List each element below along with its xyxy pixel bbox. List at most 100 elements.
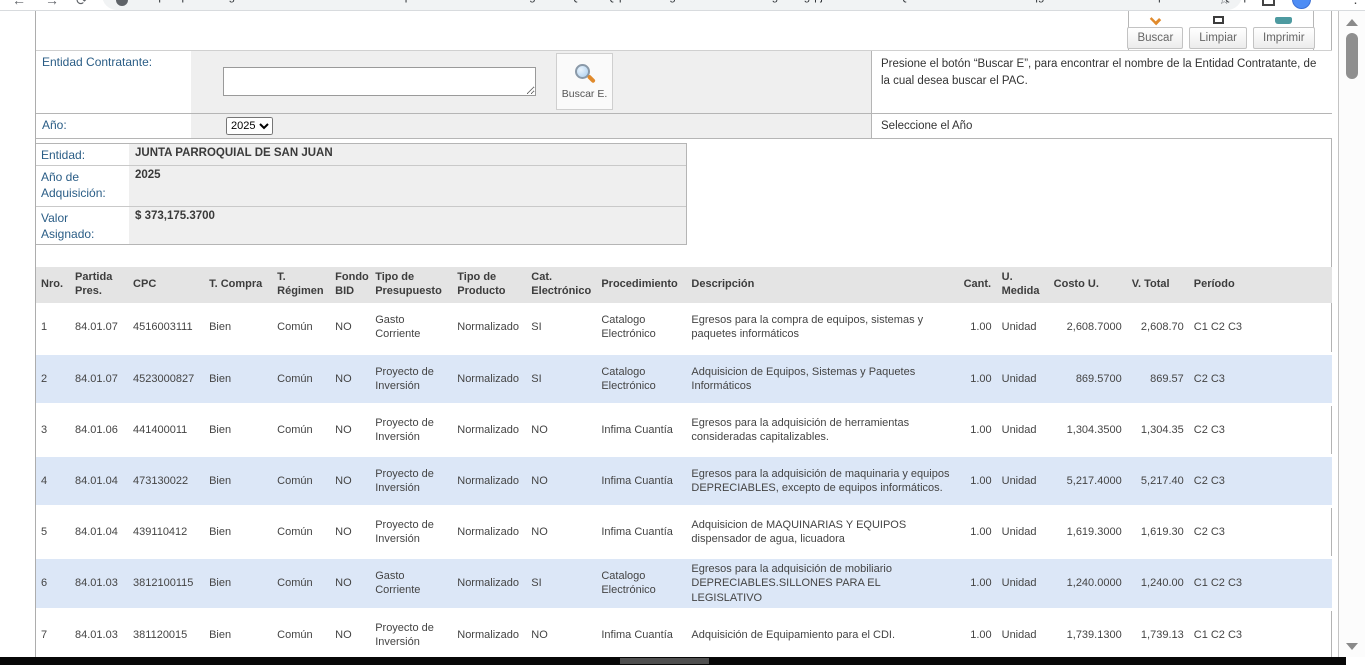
- scroll-up-icon[interactable]: [1346, 19, 1358, 26]
- cell-costou: 1,619.3000: [1049, 507, 1127, 558]
- limpiar-icon: [1213, 16, 1224, 24]
- cell-fondo: NO: [330, 405, 370, 456]
- scroll-down-icon[interactable]: [1346, 643, 1358, 650]
- entity-info-row: Año de Adquisición:2025: [36, 166, 686, 207]
- cell-nro: 3: [36, 405, 70, 456]
- limpiar-button[interactable]: Limpiar: [1189, 27, 1247, 49]
- col-header-procedimiento: Procedimiento: [596, 267, 686, 303]
- pac-table-body: 184.01.074516003111BienComúnNOGasto Corr…: [36, 303, 1332, 658]
- forward-icon[interactable]: →: [45, 0, 59, 8]
- buscar-e-label: Buscar E.: [562, 88, 608, 100]
- bottom-scrollbar: [0, 657, 1346, 665]
- entity-info-label: Valor Asignado:: [36, 207, 129, 244]
- cell-cpc: 4523000827: [128, 354, 204, 405]
- browser-window: ← → ⟳ compraspublicas.gob.ec/ProcesoCont…: [0, 0, 1365, 665]
- cell-tpresupuesto: Proyecto de Inversión: [370, 507, 452, 558]
- cell-vtotal: 1,619.30: [1127, 507, 1189, 558]
- cell-umedida: Unidad: [997, 456, 1049, 507]
- cell-tcompra: Bien: [204, 609, 272, 657]
- cell-periodo: C2 C3: [1189, 354, 1332, 405]
- cell-costou: 5,217.4000: [1049, 456, 1127, 507]
- horizontal-scrollbar-thumb[interactable]: [620, 658, 709, 664]
- back-icon[interactable]: ←: [12, 0, 26, 8]
- cell-tregimen: Común: [272, 303, 330, 354]
- cell-tpresupuesto: Proyecto de Inversión: [370, 456, 452, 507]
- cell-cpc: 381120015: [128, 609, 204, 657]
- cell-cpc: 4516003111: [128, 303, 204, 354]
- entity-info-label: Entidad:: [36, 144, 129, 165]
- cell-partida: 84.01.04: [70, 456, 128, 507]
- table-row: 784.01.03381120015BienComúnNOProyecto de…: [36, 609, 1332, 657]
- cell-procedimiento: Catalogo Electrónico: [596, 303, 686, 354]
- anio-row: Año: 2025 Seleccione el Año: [36, 114, 1332, 139]
- pac-table: Nro.Partida Pres.CPCT. CompraT. RégimenF…: [36, 267, 1332, 657]
- scrollbar-thumb[interactable]: [1346, 33, 1358, 79]
- cell-nro: 4: [36, 456, 70, 507]
- cell-fondo: NO: [330, 303, 370, 354]
- cell-tproducto: Normalizado: [452, 405, 526, 456]
- buscar-entidad-button[interactable]: Buscar E.: [556, 53, 613, 110]
- cell-tpresupuesto: Gasto Corriente: [370, 558, 452, 610]
- anio-label: Año:: [36, 114, 191, 138]
- cell-vtotal: 1,739.13: [1127, 609, 1189, 657]
- cell-vtotal: 2,608.70: [1127, 303, 1189, 354]
- table-row: 484.01.04473130022BienComúnNOProyecto de…: [36, 456, 1332, 507]
- imprimir-button[interactable]: Imprimir: [1253, 27, 1315, 49]
- table-row: 184.01.074516003111BienComúnNOGasto Corr…: [36, 303, 1332, 354]
- entity-info-value: $ 373,175.3700: [129, 207, 686, 244]
- browser-menu-icon[interactable]: ⋮: [1349, 0, 1362, 7]
- page-content: Buscar Limpiar Imprimir Entidad Contrata…: [35, 11, 1338, 657]
- cell-catelectronico: NO: [526, 456, 596, 507]
- address-bar[interactable]: compraspublicas.gob.ec/ProcesoContrataci…: [102, 0, 1242, 10]
- cell-catelectronico: SI: [526, 558, 596, 610]
- cell-descripcion: Adquisicion de Equipos, Sistemas y Paque…: [686, 354, 958, 405]
- profile-avatar[interactable]: [1292, 0, 1311, 9]
- cell-umedida: Unidad: [997, 405, 1049, 456]
- site-info-icon[interactable]: [116, 0, 128, 6]
- cell-procedimiento: Infima Cuantía: [596, 609, 686, 657]
- entidad-contratante-input[interactable]: [223, 67, 536, 96]
- buscar-button[interactable]: Buscar: [1127, 27, 1183, 49]
- col-header-descripcion: Descripción: [686, 267, 958, 303]
- browser-toolbar: ← → ⟳ compraspublicas.gob.ec/ProcesoCont…: [0, 0, 1365, 11]
- cell-periodo: C1 C2 C3: [1189, 609, 1332, 657]
- table-row: 684.01.033812100115BienComúnNOGasto Corr…: [36, 558, 1332, 610]
- cell-cpc: 3812100115: [128, 558, 204, 610]
- entity-info-row: Valor Asignado:$ 373,175.3700: [36, 207, 686, 244]
- cell-fondo: NO: [330, 609, 370, 657]
- entidad-input-panel: Buscar E.: [191, 51, 871, 113]
- col-header-umedida: U. Medida: [997, 267, 1049, 303]
- entity-info-label: Año de Adquisición:: [36, 166, 129, 206]
- cell-tcompra: Bien: [204, 405, 272, 456]
- imprimir-group: Imprimir: [1253, 17, 1315, 49]
- cell-partida: 84.01.03: [70, 609, 128, 657]
- cell-procedimiento: Catalogo Electrónico: [596, 558, 686, 610]
- bookmark-star-icon[interactable]: ☆: [1218, 0, 1230, 8]
- reload-icon[interactable]: ⟳: [76, 0, 88, 9]
- col-header-fondo: Fondo BID: [330, 267, 370, 303]
- table-row: 284.01.074523000827BienComúnNOProyecto d…: [36, 354, 1332, 405]
- anio-select-panel: 2025: [191, 114, 871, 138]
- cell-umedida: Unidad: [997, 354, 1049, 405]
- cell-tproducto: Normalizado: [452, 609, 526, 657]
- cell-tregimen: Común: [272, 558, 330, 610]
- cell-tregimen: Común: [272, 456, 330, 507]
- col-header-periodo: Período: [1189, 267, 1332, 303]
- cell-descripcion: Egresos para la adquisición de maquinari…: [686, 456, 958, 507]
- cell-cant: 1.00: [959, 609, 997, 657]
- cell-periodo: C1 C2 C3: [1189, 558, 1332, 610]
- cell-catelectronico: SI: [526, 354, 596, 405]
- extensions-icon[interactable]: [1262, 0, 1275, 6]
- cell-cpc: 441400011: [128, 405, 204, 456]
- col-header-tproducto: Tipo de Producto: [452, 267, 526, 303]
- cell-vtotal: 1,240.00: [1127, 558, 1189, 610]
- anio-select[interactable]: 2025: [226, 117, 273, 135]
- cell-descripcion: Adquisición de Equipamiento para el CDI.: [686, 609, 958, 657]
- cell-partida: 84.01.06: [70, 405, 128, 456]
- cell-tproducto: Normalizado: [452, 303, 526, 354]
- cell-fondo: NO: [330, 558, 370, 610]
- cell-tcompra: Bien: [204, 354, 272, 405]
- cell-partida: 84.01.04: [70, 507, 128, 558]
- cell-descripcion: Egresos para la adquisición de herramien…: [686, 405, 958, 456]
- cell-nro: 2: [36, 354, 70, 405]
